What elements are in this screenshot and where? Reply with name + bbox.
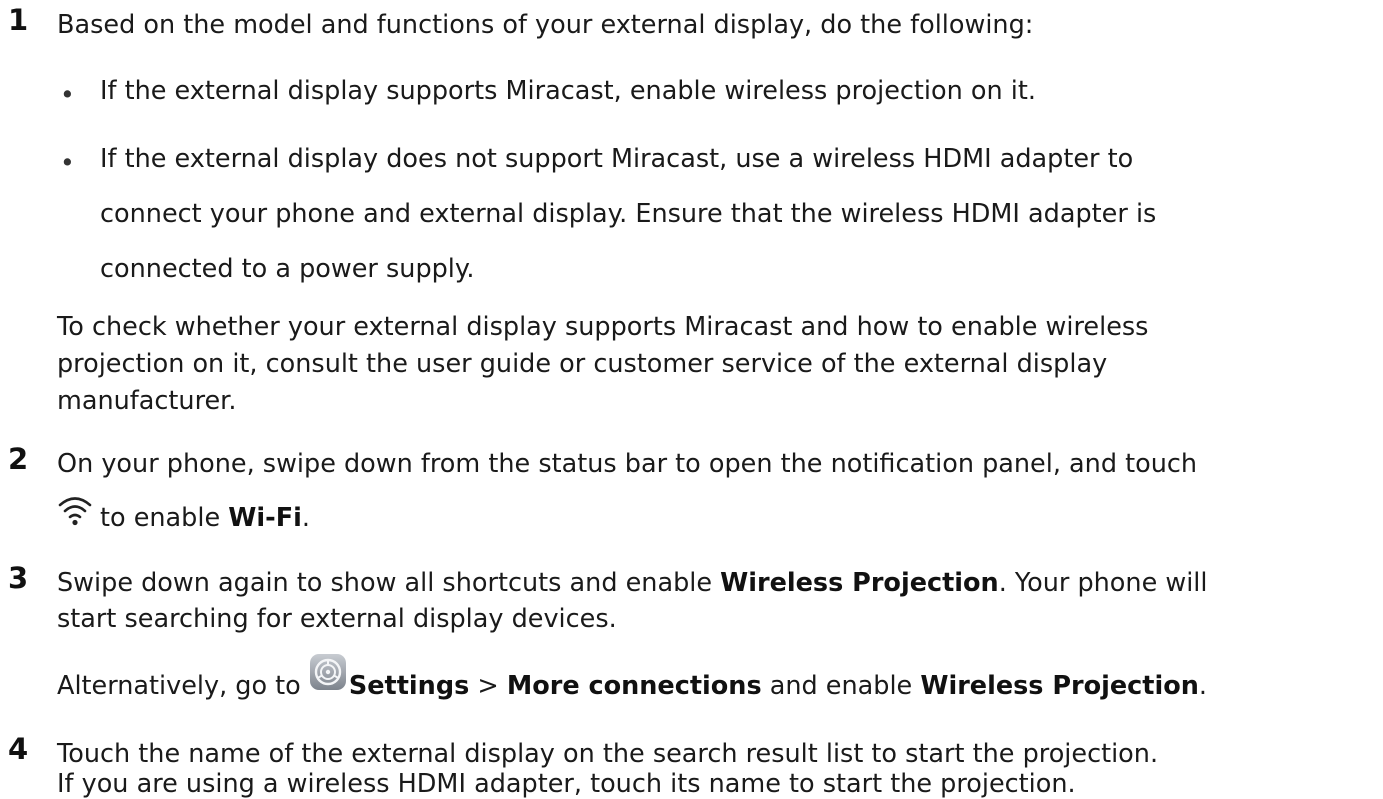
wireless-projection-label-2: Wireless Projection bbox=[920, 671, 1199, 701]
wireless-projection-label: Wireless Projection bbox=[720, 568, 999, 598]
bullet-dot: • bbox=[60, 80, 75, 109]
step-1-note-line-1: To check whether your external display s… bbox=[57, 312, 1149, 342]
step-3-line-1: Swipe down again to show all shortcuts a… bbox=[57, 568, 1208, 598]
more-connections-label: More connections bbox=[506, 671, 762, 701]
step-4-line-2: If you are using a wireless HDMI adapter… bbox=[57, 769, 1076, 799]
step-1-bullet-2-line-2: connect your phone and external display.… bbox=[100, 199, 1157, 229]
settings-label: Settings bbox=[348, 671, 470, 701]
bullet-dot: • bbox=[60, 148, 75, 177]
step-3-number: 3 bbox=[8, 561, 29, 595]
step-2-line-2: to enable Wi-Fi. bbox=[100, 503, 310, 533]
wifi-icon bbox=[57, 494, 93, 526]
step-2-line-2-post: . bbox=[301, 503, 310, 533]
alt-separator: > bbox=[469, 671, 507, 701]
step-1-bullet-1: If the external display supports Miracas… bbox=[100, 76, 1036, 106]
wifi-label: Wi-Fi bbox=[228, 503, 302, 533]
step-2-number: 2 bbox=[8, 442, 29, 476]
step-4-line-1: Touch the name of the external display o… bbox=[57, 739, 1159, 769]
step-3-line-2: start searching for external display dev… bbox=[57, 604, 617, 634]
step-1-text: Based on the model and functions of your… bbox=[57, 10, 1034, 40]
alt-end: . bbox=[1198, 671, 1208, 701]
step-3-line-1-pre: Swipe down again to show all shortcuts a… bbox=[57, 568, 721, 598]
step-3-alternative: Alternatively, go to Settings > More con… bbox=[57, 654, 1208, 701]
step-1-note-line-3: manufacturer. bbox=[57, 386, 237, 416]
step-1-bullet-2-line-1: If the external display does not support… bbox=[100, 144, 1134, 174]
step-2-line-2-pre: to enable bbox=[100, 503, 229, 533]
step-1-number: 1 bbox=[8, 3, 29, 37]
step-1-bullet-2-line-3: connected to a power supply. bbox=[100, 254, 475, 284]
alt-pre: Alternatively, go to bbox=[57, 671, 309, 701]
step-4-number: 4 bbox=[8, 732, 29, 766]
step-2-line-1: On your phone, swipe down from the statu… bbox=[57, 449, 1198, 479]
step-3-line-1-post: . Your phone will bbox=[998, 568, 1208, 598]
alt-mid: and enable bbox=[761, 671, 921, 701]
settings-icon bbox=[309, 653, 347, 691]
step-1-note-line-2: projection on it, consult the user guide… bbox=[57, 349, 1108, 379]
